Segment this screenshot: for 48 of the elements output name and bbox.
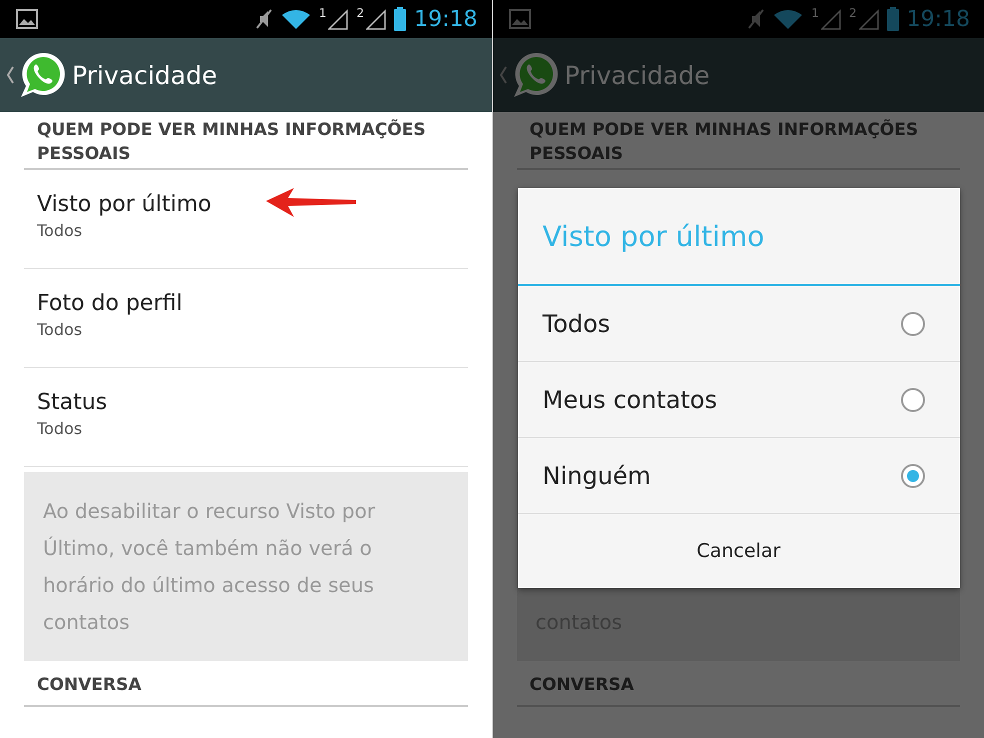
clock-time: 19:18 [414, 6, 478, 32]
option-label: Ninguém [542, 462, 651, 490]
image-icon [508, 9, 530, 29]
dialog-title: Visto por último [518, 188, 960, 286]
back-icon [498, 65, 506, 85]
section-title: QUEM PODE VER MINHAS INFORMAÇÕES PESSOAIS [24, 112, 468, 170]
chat-bubble-phone-icon [18, 50, 68, 100]
signal-icon [820, 8, 841, 30]
wifi-icon [280, 8, 311, 30]
screen-title: Privacidade [72, 60, 218, 90]
setting-label: Visto por último [37, 192, 212, 217]
settings-item[interactable]: Visto por último Todos [24, 170, 468, 269]
back-icon [6, 65, 14, 85]
wifi-icon [773, 8, 804, 30]
section-title: CONVERSA [24, 675, 468, 707]
mute-icon [254, 8, 273, 30]
sim-label: 2 [848, 6, 857, 20]
battery-icon [394, 7, 406, 31]
radio-option[interactable]: Todos [518, 286, 960, 362]
settings-item[interactable]: Status Todos [24, 368, 468, 467]
mute-icon [747, 8, 766, 30]
radio-option[interactable]: Meus contatos [518, 362, 960, 438]
section-title: CONVERSA [516, 675, 960, 707]
screen-title: Privacidade [564, 60, 710, 90]
sim-label: 1 [811, 6, 819, 20]
radio-option[interactable]: Ninguém [518, 438, 960, 514]
setting-label: Foto do perfil [37, 291, 184, 316]
signal-icon [328, 8, 348, 30]
sim-label: 2 [356, 6, 364, 20]
settings-item[interactable]: Foto do perfil Todos [24, 269, 468, 368]
section-title: QUEM PODE VER MINHAS INFORMAÇÕES PESSOAIS [516, 112, 960, 170]
clock-time: 19:18 [906, 6, 970, 32]
setting-value: Todos [37, 221, 84, 240]
radio-button[interactable] [900, 388, 924, 412]
note-text: Ao desabilitar o recurso Visto por Último, você também não verá o horário do último acesso de seus contatos [43, 498, 376, 636]
signal-icon [366, 8, 386, 30]
option-label: Meus contatos [542, 386, 718, 414]
signal-icon [858, 8, 879, 30]
setting-value: Todos [37, 320, 84, 339]
option-label: Todos [542, 310, 610, 338]
setting-value: Todos [37, 419, 84, 438]
setting-label: Status [37, 390, 108, 415]
sim-label: 1 [318, 6, 326, 20]
image-icon [16, 9, 38, 29]
radio-button[interactable] [900, 464, 924, 488]
cancel-button[interactable]: Cancelar [518, 514, 960, 588]
radio-button[interactable] [900, 312, 924, 336]
battery-icon [886, 7, 899, 31]
